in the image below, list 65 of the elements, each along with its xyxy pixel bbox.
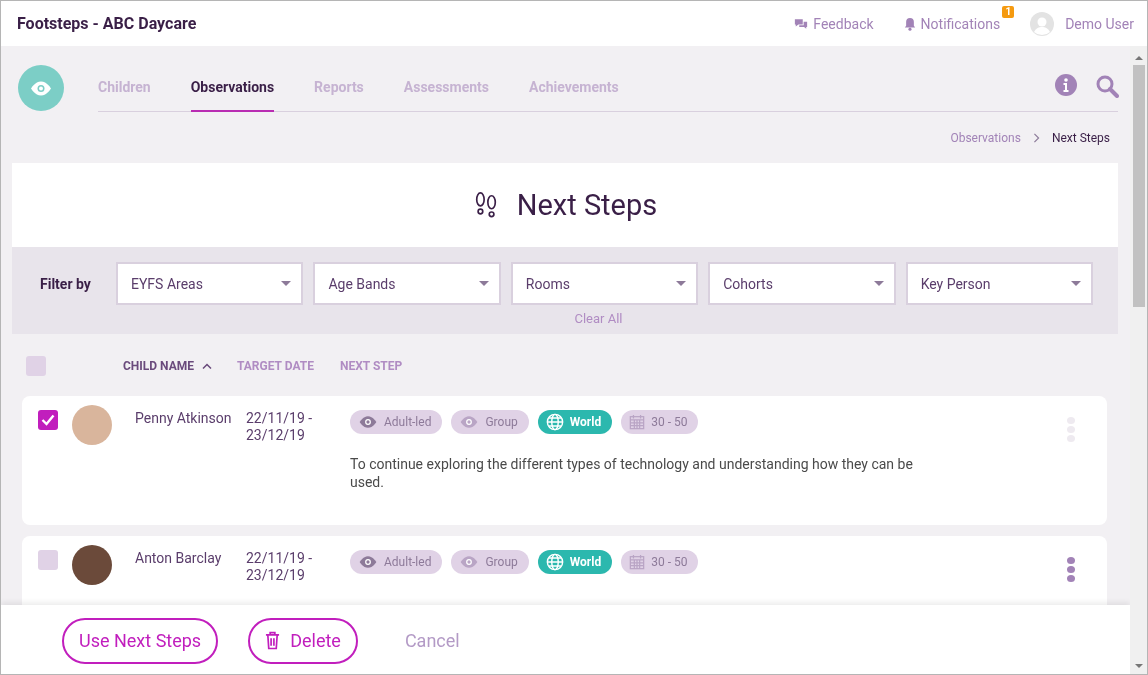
category-tag: Group [451,550,529,574]
next-step-text: To continue exploring the different types of technology and understanding how they can be used. [350,455,914,491]
filter-label: Filter by [40,275,92,292]
category-tag: World [537,410,613,434]
child-name: Anton Barclay [135,550,223,566]
filter-dropdown[interactable]: Age Bands [313,262,501,305]
category-tag: World [537,550,613,574]
category-tag: Adult-led [350,550,443,574]
target-date: 22/11/19 - 23/12/19 [246,550,314,584]
user-avatar-icon [1030,11,1055,36]
target-date: 22/11/19 - 23/12/19 [246,410,314,444]
child-photo-placeholder [72,405,112,445]
sort-caret-icon [202,363,212,369]
calendar-icon [629,414,646,430]
eye-icon [358,415,378,429]
nav-tab[interactable]: Reports [314,64,364,112]
eye-icon [358,555,378,569]
page-title: Next Steps [516,188,658,222]
nav-tab[interactable]: Achievements [529,64,619,112]
breadcrumb-link[interactable]: Observations [950,131,1021,145]
breadcrumb-current: Next Steps [1051,131,1110,145]
filter-dropdown[interactable]: Cohorts [708,262,896,305]
dropdown-caret-icon [873,281,884,286]
bell-icon [903,16,916,31]
delete-button[interactable]: Delete [248,617,358,664]
column-header[interactable]: TARGET DATE [237,359,340,373]
filter-dropdown[interactable]: EYFS Areas [116,262,304,305]
globe-icon [545,553,564,571]
eye-logo-icon [18,65,64,111]
category-tag: 30 - 50 [621,410,699,434]
filter-dropdown[interactable]: Key Person [905,262,1094,305]
child-name: Penny Atkinson [135,410,233,426]
notification-badge: 1 [1002,5,1015,18]
column-header[interactable]: NEXT STEP [340,359,460,373]
dropdown-caret-icon [1071,281,1082,286]
info-icon[interactable] [1055,74,1077,96]
globe-icon [545,413,564,431]
nav-tab[interactable]: Observations [190,64,275,112]
dropdown-caret-icon [676,281,687,286]
category-tag: Group [451,410,529,434]
more-options-icon[interactable] [1067,557,1075,582]
use-next-steps-button[interactable]: Use Next Steps [62,617,219,664]
chat-bubbles-icon [794,18,809,29]
row-checkbox[interactable] [38,550,58,570]
trash-icon [265,631,281,650]
eye-icon [459,555,480,569]
chevron-right-icon [1032,133,1040,143]
dropdown-caret-icon [281,281,292,286]
category-tag: 30 - 50 [621,550,699,574]
feedback-link[interactable]: Feedback [794,15,874,32]
filter-dropdown[interactable]: Rooms [510,262,699,305]
search-icon[interactable] [1095,74,1119,98]
clear-all-link[interactable]: Clear All [510,311,623,326]
app-title: Footsteps - ABC Daycare [17,14,198,33]
dropdown-caret-icon [478,281,489,286]
row-checkbox[interactable] [38,410,58,430]
column-header[interactable]: CHILD NAME [123,359,237,373]
eye-icon [459,415,480,429]
category-tag: Adult-led [350,410,443,434]
nav-tab[interactable]: Children [98,64,151,112]
calendar-icon [629,554,646,570]
select-all-checkbox[interactable] [26,356,46,376]
nav-tab[interactable]: Assessments [403,64,490,112]
child-photo-placeholder [72,545,112,585]
user-link[interactable]: Demo User [1030,11,1134,36]
